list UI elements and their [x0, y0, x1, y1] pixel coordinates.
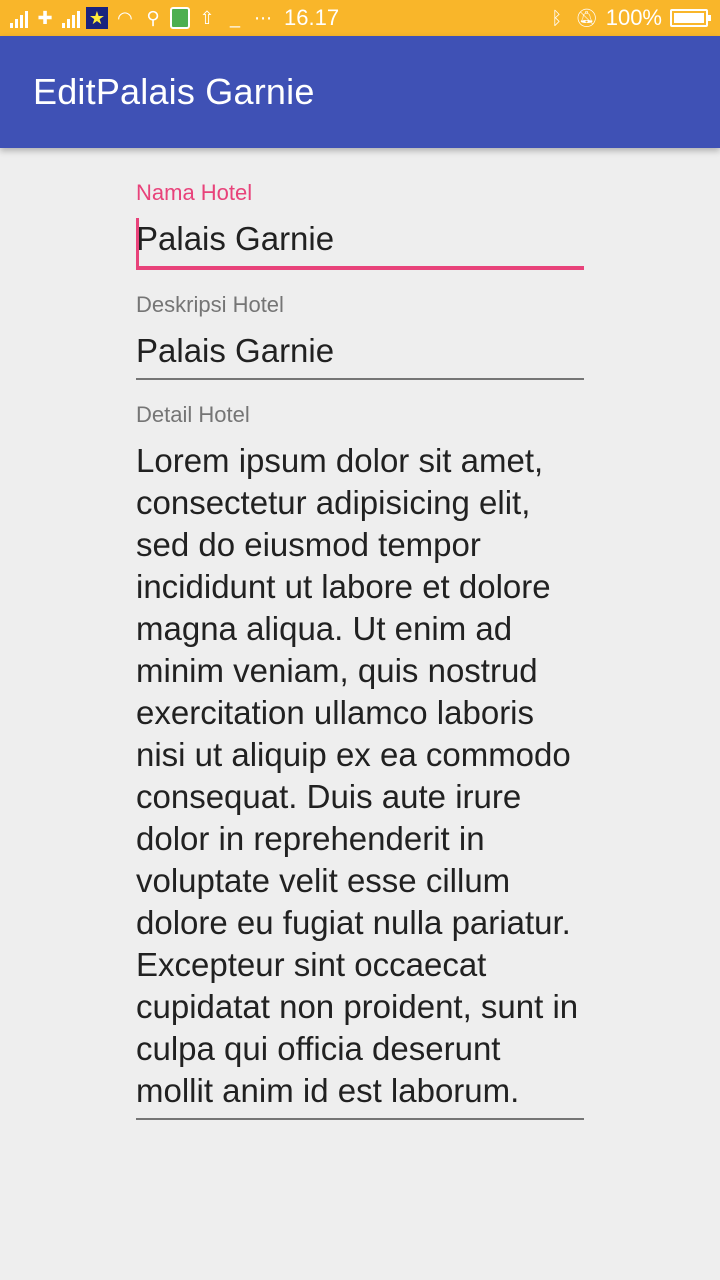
deskripsi-hotel-input[interactable]: Palais Garnie	[136, 330, 584, 380]
page-title: EditPalais Garnie	[33, 71, 315, 112]
deskripsi-hotel-value: Palais Garnie	[136, 332, 335, 369]
minus-icon: _	[229, 7, 240, 28]
bluetooth-icon: ᛒ	[551, 7, 563, 28]
wifi-icon: ◠	[117, 7, 133, 28]
status-bar: ✚ ★ ◠ ⚲ ⇧ _ ⋯ 16.17 ᛒ 🔕︎ 100%	[0, 0, 720, 36]
text-cursor	[136, 218, 139, 266]
detail-hotel-field: Detail Hotel Lorem ipsum dolor sit amet,…	[136, 402, 584, 1120]
deskripsi-hotel-label: Deskripsi Hotel	[136, 292, 284, 317]
signal-icon	[62, 8, 80, 28]
deskripsi-hotel-field: Deskripsi Hotel Palais Garnie	[136, 292, 584, 380]
star-icon: ★	[86, 7, 108, 29]
battery-percent: 100%	[605, 5, 662, 30]
status-time: 16.17	[284, 5, 340, 30]
nama-hotel-label: Nama Hotel	[136, 180, 253, 205]
nama-hotel-field: Nama Hotel Palais Garnie	[136, 180, 584, 270]
carrier-icon: ✚	[37, 7, 53, 28]
edit-hotel-form: Nama Hotel Palais Garnie Deskripsi Hotel…	[136, 150, 584, 1120]
detail-hotel-input[interactable]: Lorem ipsum dolor sit amet, consectetur …	[136, 440, 584, 1120]
mute-icon: 🔕︎	[575, 7, 599, 28]
nama-hotel-value: Palais Garnie	[136, 220, 335, 257]
battery-green-icon	[170, 7, 190, 29]
more-icon: ⋯	[254, 7, 272, 28]
detail-hotel-value: Lorem ipsum dolor sit amet, consectetur …	[136, 442, 579, 1109]
app-bar: EditPalais Garnie	[0, 36, 720, 148]
upload-icon: ⇧	[199, 7, 215, 28]
signal-icon	[10, 8, 28, 28]
detail-hotel-label: Detail Hotel	[136, 402, 250, 427]
usb-icon: ⚲	[146, 7, 160, 28]
nama-hotel-input[interactable]: Palais Garnie	[136, 218, 584, 270]
battery-icon	[670, 9, 711, 27]
